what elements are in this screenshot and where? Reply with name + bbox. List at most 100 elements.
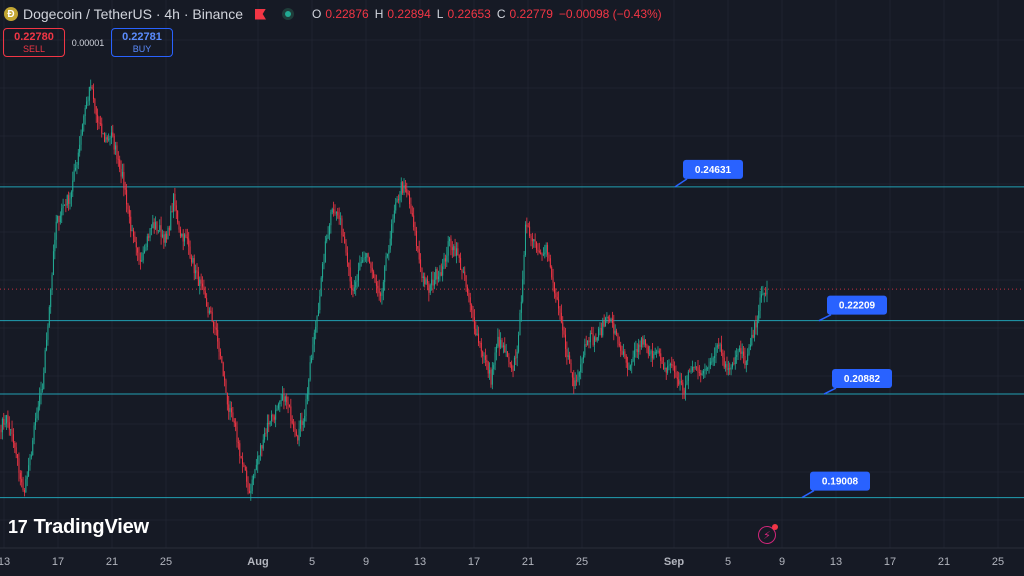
- candle-body: [371, 267, 373, 272]
- candle-body: [720, 344, 722, 353]
- candlestick-series: [0, 79, 768, 501]
- candle-body: [340, 218, 342, 220]
- flag-icon[interactable]: [254, 8, 266, 20]
- candle-body: [59, 215, 61, 223]
- candle-body: [359, 263, 361, 270]
- candle-body: [685, 384, 687, 394]
- candle-body: [429, 285, 431, 293]
- candle-body: [378, 288, 380, 294]
- candle-body: [264, 432, 266, 440]
- candle-body: [667, 366, 669, 373]
- candle-body: [168, 227, 170, 231]
- candle-body: [337, 211, 339, 216]
- candle-body: [131, 230, 133, 232]
- candle-body: [433, 279, 435, 286]
- candle-body: [696, 366, 698, 368]
- candle-body: [707, 368, 709, 370]
- candle-body: [117, 158, 119, 160]
- candle-body: [207, 306, 209, 314]
- candle-body: [461, 269, 463, 272]
- candle-body: [614, 330, 616, 334]
- candle-body: [759, 297, 761, 311]
- callout-label: 0.22209: [839, 301, 876, 312]
- candle-body: [467, 286, 469, 294]
- candle-body: [137, 247, 139, 253]
- notification-dot: [772, 524, 778, 530]
- candle-body: [686, 380, 688, 385]
- candle-body: [585, 344, 587, 346]
- candle-body: [171, 211, 173, 213]
- candle-body: [121, 172, 123, 177]
- candle-body: [65, 204, 67, 206]
- candle-body: [556, 297, 558, 300]
- candle-body: [711, 361, 713, 363]
- candle-body: [287, 402, 289, 405]
- lightning-icon[interactable]: ⚡: [758, 524, 778, 544]
- candle-body: [523, 254, 525, 280]
- candle-body: [70, 191, 72, 199]
- candle-body: [248, 490, 250, 494]
- candle-body: [324, 241, 326, 263]
- candle-body: [50, 289, 52, 308]
- candle-body: [119, 159, 121, 170]
- candle-body: [399, 194, 401, 201]
- chart-grid: [0, 0, 1024, 548]
- price-chart[interactable]: 0.24631 0.22209 0.20882 0.19008 13 17 21 25 Aug…: [0, 0, 1024, 576]
- buy-button[interactable]: 0.22781 BUY: [111, 28, 173, 57]
- candle-body: [577, 376, 579, 381]
- candle-body: [18, 458, 20, 473]
- candle-body: [545, 245, 547, 253]
- candle-body: [308, 379, 310, 394]
- candle-body: [225, 380, 227, 393]
- candle-body: [135, 241, 137, 248]
- candle-body: [417, 246, 419, 249]
- candle-body: [471, 304, 473, 311]
- candle-body: [349, 267, 351, 282]
- trade-panel: 0.22780 SELL 0.00001 0.22781 BUY: [3, 28, 173, 57]
- candle-body: [306, 393, 308, 400]
- candle-body: [714, 355, 716, 358]
- candle-body: [127, 204, 129, 210]
- sell-button[interactable]: 0.22780 SELL: [3, 28, 65, 57]
- candle-body: [195, 270, 197, 274]
- candle-body: [81, 124, 83, 135]
- candle-body: [228, 404, 230, 412]
- candle-body: [155, 222, 157, 229]
- symbol-title[interactable]: Dogecoin / TetherUS · 4h · Binance: [23, 6, 243, 22]
- candle-body: [462, 271, 464, 273]
- candle-body: [47, 325, 49, 340]
- candle-body: [537, 249, 539, 251]
- candle-body: [751, 334, 753, 346]
- candle-body: [244, 467, 246, 471]
- tradingview-logo[interactable]: 17 TradingView: [8, 516, 149, 539]
- candle-body: [46, 339, 48, 351]
- candle-body: [384, 266, 386, 283]
- candle-body: [370, 263, 372, 268]
- candle-body: [57, 216, 59, 222]
- x-tick-label: 25: [992, 556, 1004, 568]
- candle-body: [465, 275, 467, 287]
- candle-body: [527, 226, 529, 228]
- candle-body: [502, 345, 504, 348]
- candle-body: [15, 447, 17, 455]
- candle-body: [63, 204, 65, 206]
- candle-body: [269, 421, 271, 425]
- candle-body: [389, 238, 391, 250]
- candle-body: [381, 292, 383, 296]
- candle-body: [254, 469, 256, 476]
- candle-body: [518, 335, 520, 352]
- candle-body: [253, 475, 255, 480]
- candle-body: [188, 238, 190, 247]
- candle-body: [99, 123, 101, 125]
- ohlc-low-key: L: [436, 7, 444, 21]
- candle-body: [741, 351, 743, 354]
- candle-body: [758, 310, 760, 320]
- candle-body: [400, 182, 402, 195]
- candle-body: [749, 345, 751, 347]
- candle-body: [617, 334, 619, 344]
- candle-body: [156, 222, 158, 232]
- candle-body: [97, 114, 99, 123]
- dogecoin-icon: Ð: [4, 7, 18, 21]
- ohlc-close-value: 0.22779: [509, 7, 553, 21]
- candle-body: [549, 258, 551, 268]
